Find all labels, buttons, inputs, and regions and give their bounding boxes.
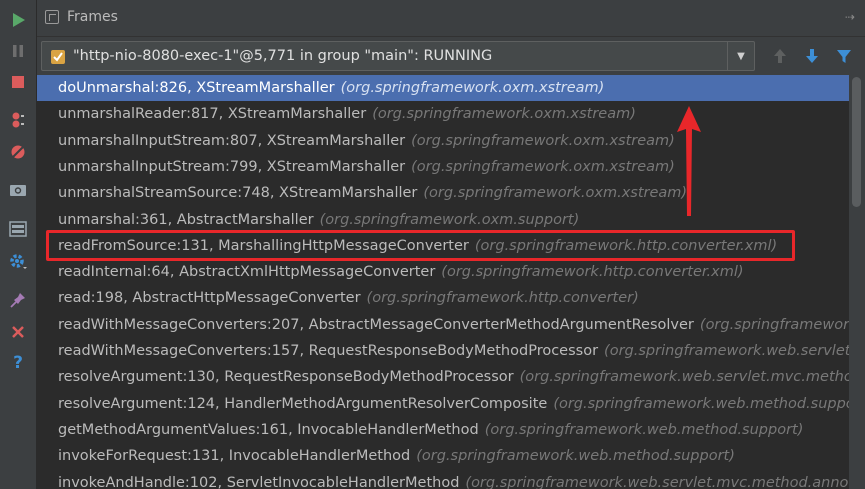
help-icon[interactable]: ? [4, 350, 32, 376]
frame-method: unmarshal:361, AbstractMarshaller [58, 211, 314, 228]
frame-method: getMethodArgumentValues:161, InvocableHa… [58, 421, 479, 438]
frame-method: read:198, AbstractHttpMessageConverter [58, 290, 361, 307]
frame-row[interactable]: readWithMessageConverters:207, AbstractM… [37, 312, 849, 338]
frame-row[interactable]: read:198, AbstractHttpMessageConverter (o… [37, 285, 849, 311]
frame-method: resolveArgument:130, RequestResponseBody… [58, 369, 514, 386]
arrow-down-icon[interactable] [801, 45, 823, 67]
frame-package: (org.springframework.oxm.xstream) [411, 132, 675, 149]
frame-package: (org.springframework.oxm.support) [319, 211, 580, 228]
frame-row[interactable]: unmarshalReader:817, XStreamMarshaller (o… [37, 101, 849, 127]
frame-package: (org.springframework [699, 316, 849, 333]
filter-icon[interactable] [833, 45, 855, 67]
frame-package: (org.springframework.http.converter.xml) [441, 264, 744, 281]
frames-list[interactable]: doUnmarshal:826, XStreamMarshaller (org.s… [37, 75, 849, 489]
resume-icon[interactable] [4, 7, 32, 33]
frame-method: readInternal:64, AbstractXmlHttpMessageC… [58, 264, 436, 281]
thread-label: "http-nio-8080-exec-1"@5,771 in group "m… [73, 48, 493, 64]
thread-selector-bar: "http-nio-8080-exec-1"@5,771 in group "m… [37, 37, 865, 75]
settings-icon[interactable] [4, 248, 32, 274]
arrow-up-icon[interactable] [769, 45, 791, 67]
frames-panel-header: Frames ⇢ [37, 0, 865, 37]
frame-package: (org.springframework.oxm.xstream) [340, 80, 605, 96]
camera-icon[interactable] [4, 177, 32, 203]
frame-method: unmarshalReader:817, XStreamMarshaller [58, 106, 367, 123]
frame-row[interactable]: getMethodArgumentValues:161, InvocableHa… [37, 417, 849, 443]
debug-toolbar: ? [0, 0, 37, 489]
frame-row[interactable]: invokeForRequest:131, InvocableHandlerMe… [37, 443, 849, 469]
frame-method: unmarshalInputStream:799, XStreamMarshal… [58, 158, 406, 175]
pause-icon[interactable] [4, 38, 32, 64]
frame-row[interactable]: unmarshalInputStream:807, XStreamMarshal… [37, 128, 849, 154]
frame-row[interactable]: resolveArgument:124, HandlerMethodArgume… [37, 391, 849, 417]
frame-row[interactable]: readWithMessageConverters:157, RequestRe… [37, 338, 849, 364]
frame-package: (org.springframework.web.method.suppo [553, 395, 849, 412]
frame-method: readWithMessageConverters:207, AbstractM… [58, 316, 694, 333]
layout-icon[interactable] [4, 216, 32, 242]
frames-icon [45, 10, 59, 24]
scrollbar-thumb[interactable] [852, 77, 861, 207]
red-arrow-annotation [677, 106, 701, 216]
chevron-down-icon[interactable]: ▼ [727, 42, 754, 70]
frame-row[interactable]: readInternal:64, AbstractXmlHttpMessageC… [37, 259, 849, 285]
frame-row[interactable]: doUnmarshal:826, XStreamMarshaller (org.s… [37, 75, 849, 102]
close-icon[interactable] [4, 319, 32, 345]
panel-title: Frames [67, 9, 118, 25]
frame-method: resolveArgument:124, HandlerMethodArgume… [58, 395, 548, 412]
frame-package: (org.springframework.web.servlet.mvc.met… [519, 369, 849, 386]
thread-running-icon [50, 49, 66, 65]
pin-icon[interactable] [4, 287, 32, 313]
highlight-box-annotation [46, 230, 795, 261]
frame-package: (org.springframework.web.method.support) [416, 448, 735, 465]
frame-package: (org.springframework.oxm.xstream) [423, 185, 688, 202]
view-breakpoints-icon[interactable] [4, 107, 32, 133]
mute-breakpoints-icon[interactable] [4, 139, 32, 165]
frame-method: doUnmarshal:826, XStreamMarshaller [58, 80, 335, 96]
frame-package: (org.springframework.http.converter) [366, 290, 639, 307]
frame-method: unmarshalInputStream:807, XStreamMarshal… [58, 132, 406, 149]
frame-method: readWithMessageConverters:157, RequestRe… [58, 343, 599, 359]
frame-package: (org.springframework.oxm.xstream) [372, 106, 636, 123]
stop-icon[interactable] [4, 69, 32, 95]
frame-package: (org.springframework.web.servlet.mvc.met… [465, 474, 849, 489]
frame-row[interactable]: unmarshal:361, AbstractMarshaller (org.sp… [37, 207, 849, 233]
hide-panel-icon[interactable]: ⇢ [845, 10, 855, 24]
frame-package: (org.springframework.web.method.support) [484, 421, 804, 438]
frame-row[interactable]: invokeAndHandle:102, ServletInvocableHan… [37, 470, 849, 489]
frame-row[interactable]: unmarshalStreamSource:748, XStreamMarsha… [37, 180, 849, 206]
frame-package: (org.springframework.web.servlet. [604, 343, 849, 359]
vertical-scrollbar[interactable] [849, 75, 865, 489]
frame-row[interactable]: resolveArgument:130, RequestResponseBody… [37, 364, 849, 390]
thread-selector[interactable]: "http-nio-8080-exec-1"@5,771 in group "m… [41, 41, 755, 71]
frame-method: invokeForRequest:131, InvocableHandlerMe… [58, 448, 411, 465]
frame-method: invokeAndHandle:102, ServletInvocableHan… [58, 474, 460, 489]
frame-method: unmarshalStreamSource:748, XStreamMarsha… [58, 185, 418, 202]
frame-package: (org.springframework.oxm.xstream) [411, 158, 675, 175]
frame-row[interactable]: unmarshalInputStream:799, XStreamMarshal… [37, 154, 849, 180]
